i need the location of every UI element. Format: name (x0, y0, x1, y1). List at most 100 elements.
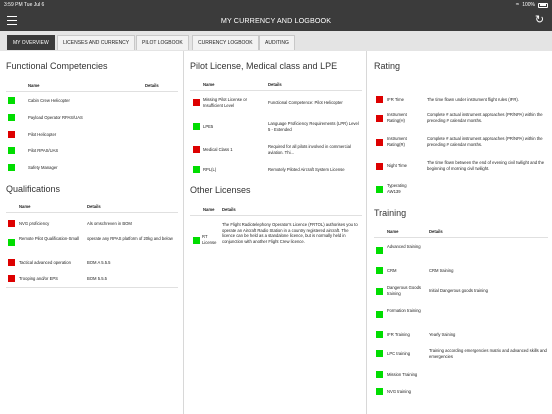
page-title: MY CURRENCY AND LOGBOOK (220, 16, 332, 25)
divider (6, 91, 178, 92)
item-details: Complete # actual instrument approaches … (427, 136, 543, 147)
item-details: BOM A 5.5.5 (87, 260, 111, 265)
status-indicator (8, 147, 15, 154)
item-name: Dangerous Goods training (387, 285, 421, 296)
status-indicator (8, 275, 15, 282)
status-indicator (376, 288, 383, 295)
q-header-name: Name (19, 204, 31, 209)
status-indicator (8, 239, 15, 246)
item-name: Night Time (387, 163, 408, 168)
status-indicator (376, 139, 383, 146)
status-indicator (193, 237, 200, 244)
divider (374, 237, 548, 238)
column-right: Rating IFR Time The time flown under ins… (368, 51, 552, 414)
training-title: Training (374, 208, 407, 218)
status-indicator (193, 123, 200, 130)
item-details: CRM training (429, 268, 454, 273)
item-name: Mission Training (387, 372, 418, 377)
column-middle: Pilot License, Medical class and LPE Nam… (185, 51, 367, 414)
tab-pilot-logbook[interactable]: PILOT LOGBOOK (136, 35, 189, 50)
item-name: Instrument Rating(R) (387, 136, 407, 147)
rating-title: Rating (374, 61, 401, 71)
tr-header-details: Details (429, 229, 443, 234)
status-indicator (8, 220, 15, 227)
divider (190, 215, 362, 216)
pl-header-name: Name (203, 82, 215, 87)
status-indicator (376, 388, 383, 395)
status-indicator (193, 99, 200, 106)
item-name: Safety Manager (28, 165, 58, 170)
item-details: The Flight Radiotelephony Operator's Lic… (222, 222, 358, 244)
tab-my-overview[interactable]: MY OVERVIEW (7, 35, 55, 50)
item-name: LPE5 (203, 124, 214, 129)
divider (6, 212, 178, 213)
item-name: Formation training (387, 308, 421, 313)
item-details: Remotely Piloted Aircraft System License (268, 167, 345, 172)
tab-auditing[interactable]: AUDITING (259, 35, 295, 50)
ol-header-name: Name (203, 207, 215, 212)
item-name: Pilot Helicopter (28, 132, 57, 137)
status-indicator (193, 166, 200, 173)
item-details: Language Proficiency Requirements (LPR) … (268, 121, 359, 132)
item-name: Pilot RPAS/UAS (28, 148, 59, 153)
status-indicator (376, 186, 383, 193)
status-bar: 3:59 PM Tue Jul 6 ≈ 100% (0, 0, 552, 11)
status-indicator (8, 131, 15, 138)
item-name: RT License (202, 234, 217, 245)
pl-header-details: Details (268, 82, 282, 87)
tab-currency-logbook[interactable]: CURRENCY LOGBOOK (192, 35, 259, 50)
tr-header-name: Name (387, 229, 399, 234)
status-indicator (8, 97, 15, 104)
status-indicator (376, 371, 383, 378)
status-indicator (376, 115, 383, 122)
status-indicators: ≈ 100% (516, 2, 548, 8)
fc-header-details: Details (145, 83, 159, 88)
fc-header-name: Name (28, 83, 40, 88)
item-details: Complete # actual instrument approaches … (427, 112, 543, 123)
item-name: Instrument Rating(H) (387, 112, 407, 123)
item-name: LPC training (387, 351, 411, 356)
item-name: RPL(L) (203, 167, 217, 172)
status-indicator (376, 247, 383, 254)
status-indicator (8, 259, 15, 266)
item-details: The time flown between the end of evenin… (427, 160, 545, 171)
item-name: Typerating AW139 (387, 183, 407, 194)
item-name: Advanced training (387, 244, 421, 249)
status-indicator (193, 146, 200, 153)
q-header-details: Details (87, 204, 101, 209)
tab-licenses-and-currency[interactable]: LICENSES AND CURRENCY (57, 35, 136, 50)
qualifications-title: Qualifications (6, 184, 61, 194)
status-indicator (376, 163, 383, 170)
item-details: Yearly training (429, 332, 456, 337)
item-details: Als omschreven in BOM (87, 221, 132, 226)
battery-percent: 100% (522, 2, 535, 8)
item-name: NVG proficiency (19, 221, 50, 226)
item-name: NVG training (387, 389, 411, 394)
status-indicator (376, 311, 383, 318)
item-details: operate any RPAS platform of 20kg and be… (87, 236, 173, 241)
nav-bar: MY CURRENCY AND LOGBOOK ↻ (0, 11, 552, 31)
column-left: Functional Competencies Name Details Cab… (0, 51, 184, 414)
status-time: 3:59 PM Tue Jul 6 (4, 2, 45, 8)
status-indicator (376, 267, 383, 274)
item-details: The time flown under instrument flight r… (427, 97, 519, 102)
ol-header-details: Details (222, 207, 236, 212)
wifi-icon: ≈ (515, 1, 520, 8)
item-details: Initial Dangerous goods training (429, 288, 488, 293)
item-name: Payload Operator RPAS/UAS (28, 115, 83, 120)
status-indicator (376, 331, 383, 338)
item-details: Required for all pilots involved in comm… (268, 144, 351, 155)
refresh-icon[interactable]: ↻ (533, 14, 546, 27)
overview-content: Functional Competencies Name Details Cab… (0, 51, 552, 414)
battery-icon (538, 2, 548, 8)
item-name: Trooping and/or EPS (19, 276, 58, 281)
status-indicator (8, 164, 15, 171)
tab-bar: MY OVERVIEW LICENSES AND CURRENCY PILOT … (0, 31, 552, 51)
item-name: Remote Pilot Qualification-Small (19, 236, 80, 241)
divider (6, 287, 178, 288)
status-indicator (8, 114, 15, 121)
item-details: Training according emergencies matrix an… (429, 348, 547, 359)
item-name: IFR Training (387, 332, 410, 337)
item-name: Missing Pilot License or Insufficient Le… (203, 97, 247, 108)
item-details: BOM 5.5.5 (87, 276, 108, 281)
